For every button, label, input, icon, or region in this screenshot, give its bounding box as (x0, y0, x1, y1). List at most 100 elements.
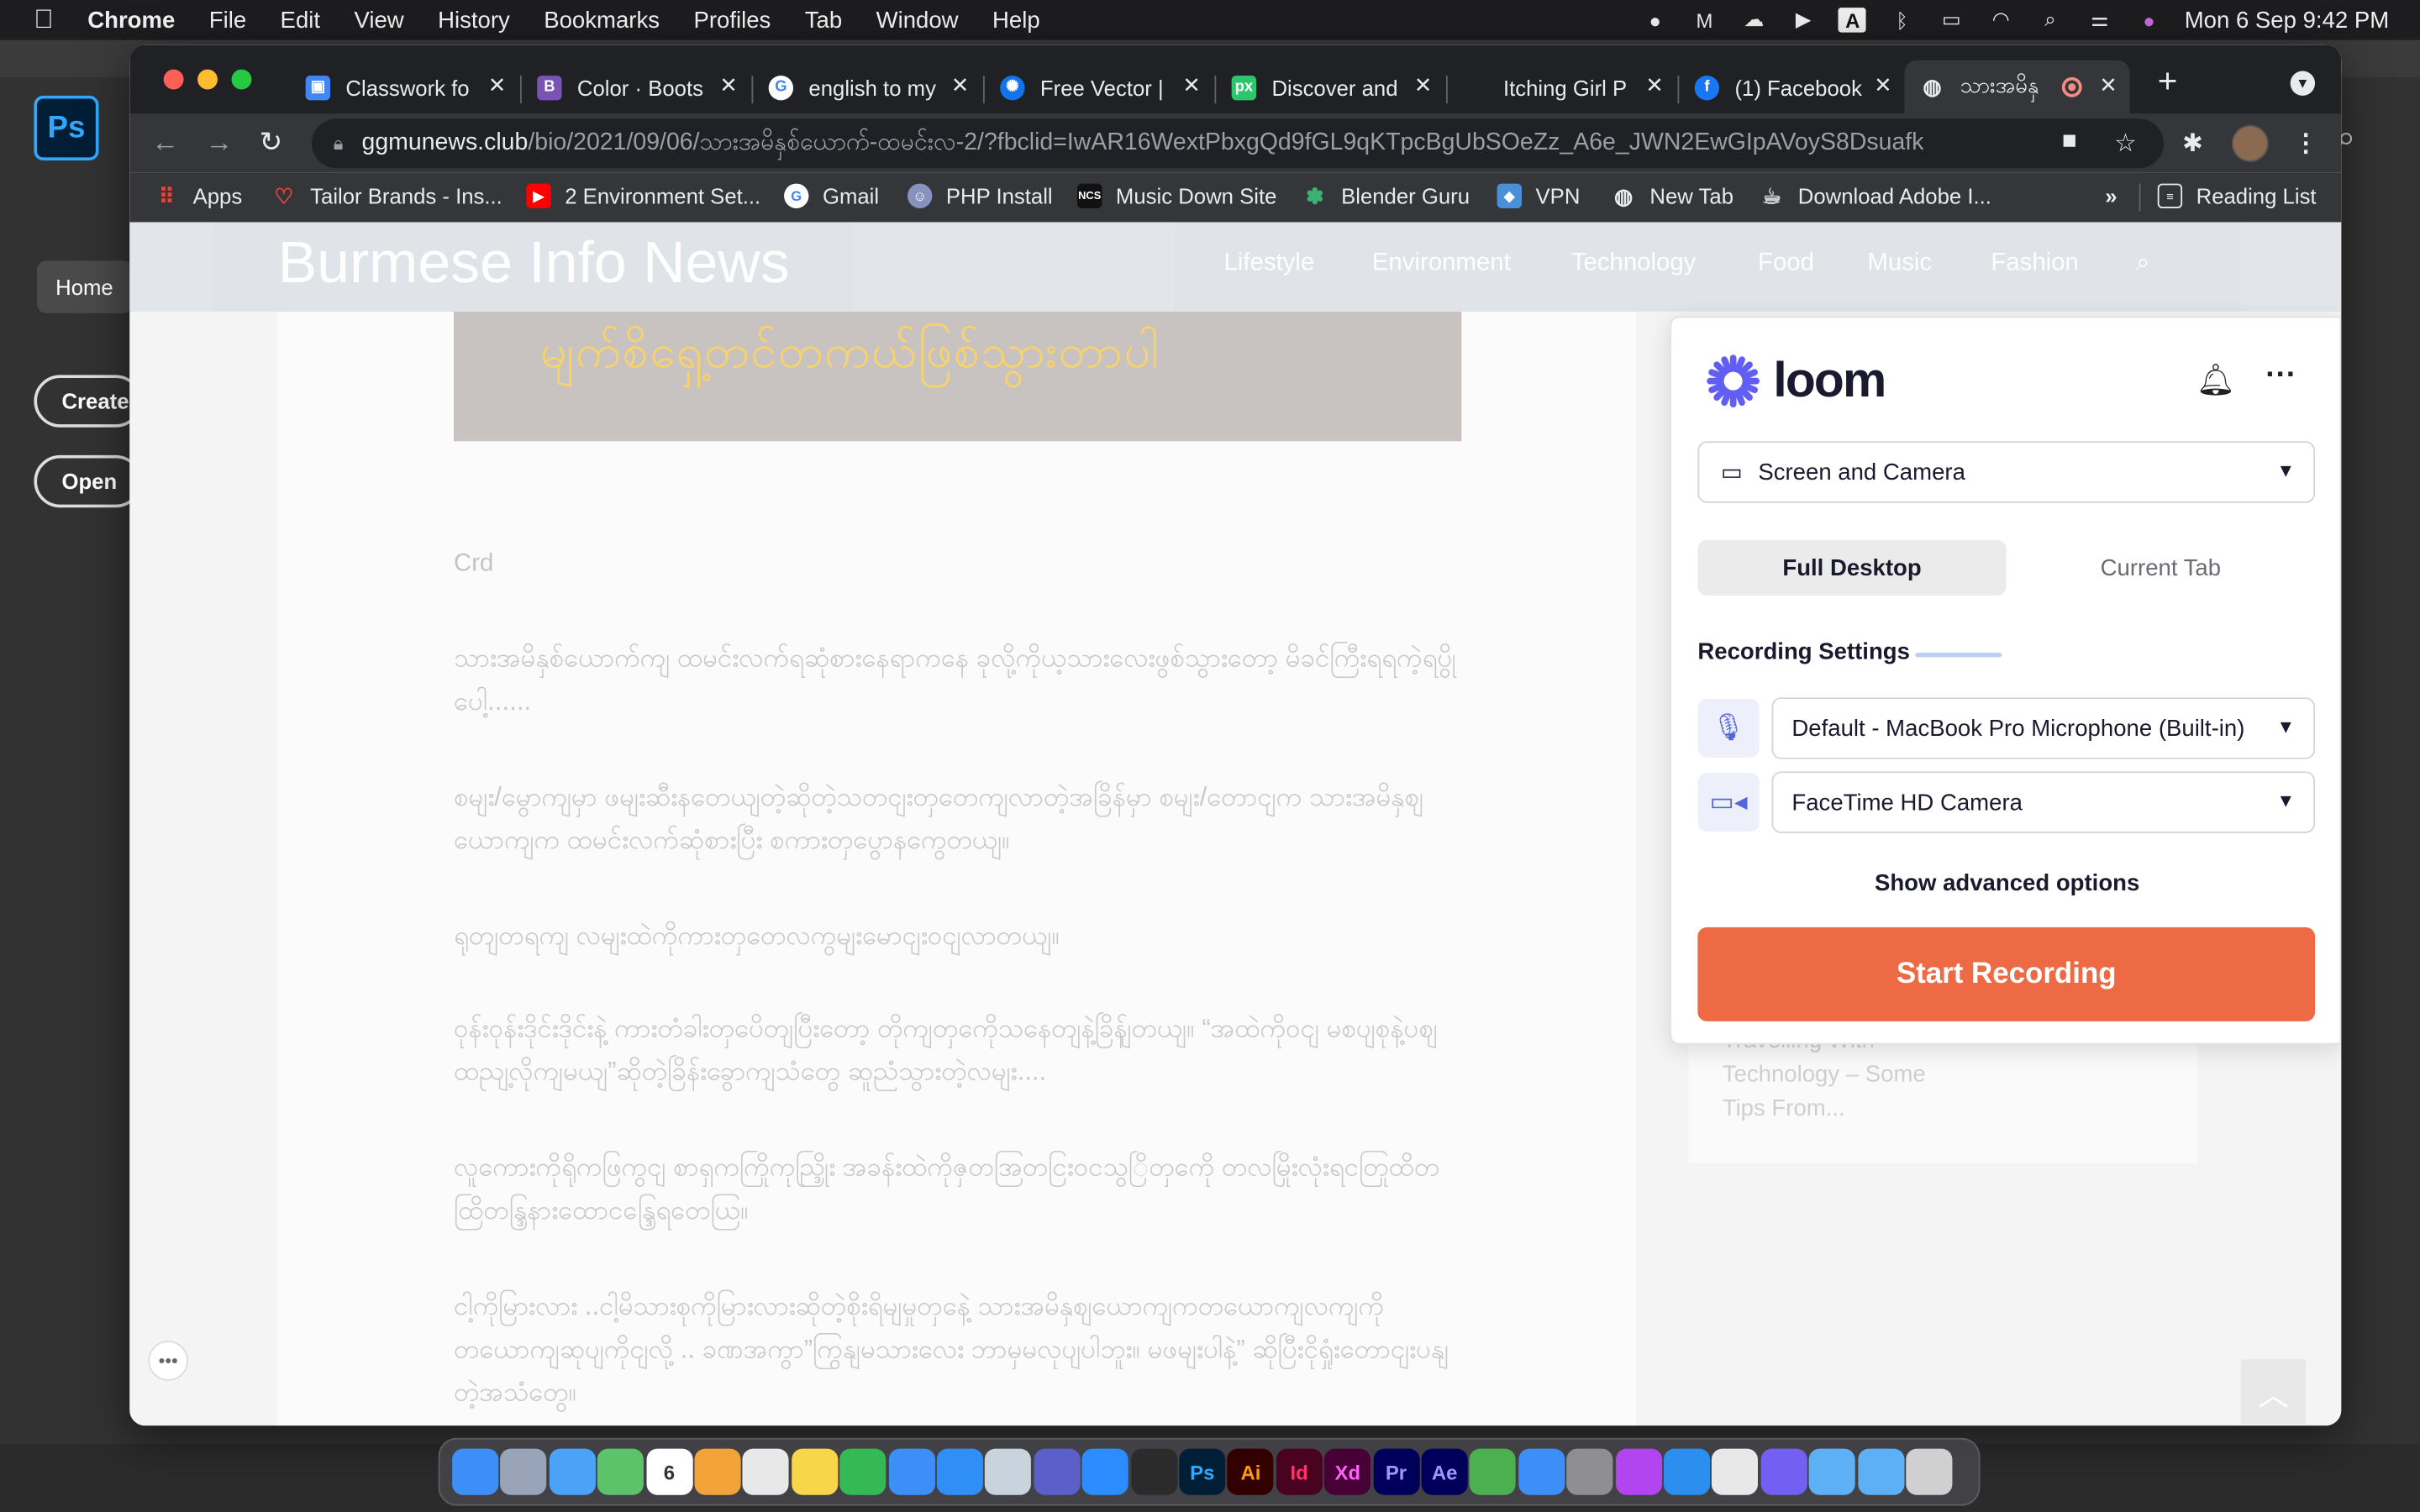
photoshop-open-button[interactable]: Open (34, 454, 142, 508)
calendar-icon[interactable]: 6 (645, 1448, 692, 1495)
reload-icon[interactable]: ↻ (260, 127, 283, 160)
after-effects-icon[interactable]: Ae (1421, 1448, 1468, 1495)
menu-bookmarks[interactable]: Bookmarks (544, 7, 660, 33)
bookmark-apps[interactable]: ⠿ Apps (155, 183, 242, 208)
phpstorm-icon[interactable] (1615, 1448, 1662, 1495)
nav-food[interactable]: Food (1758, 250, 1814, 278)
new-tab-button[interactable]: + (2158, 61, 2178, 102)
close-tab-icon[interactable]: ✕ (951, 72, 970, 98)
scroll-to-top-icon[interactable]: ︿ (2240, 1359, 2307, 1425)
premiere-icon[interactable]: Pr (1372, 1448, 1420, 1495)
video-camera-icon[interactable]: ▭◂ (1697, 773, 1760, 832)
tab-bootstrap-color[interactable]: B Color · Boots ✕ (522, 60, 750, 114)
capture-mode-select[interactable]: ▭ Screen and Camera ▼ (1697, 441, 2316, 503)
bookmark-music-down-site[interactable]: NCS Music Down Site (1077, 183, 1276, 208)
play-status-icon[interactable]: ▶ (1790, 8, 1818, 32)
current-tab-option[interactable]: Current Tab (2007, 540, 2315, 596)
site-search-icon[interactable]: ⌕ (2136, 250, 2149, 278)
teams-icon[interactable] (1034, 1448, 1081, 1495)
tab-itching-girl[interactable]: Itching Girl P ✕ (1448, 60, 1676, 114)
microphone-icon[interactable]: 🎙︎ (1697, 699, 1760, 758)
xd-icon[interactable]: Xd (1324, 1448, 1371, 1495)
messenger-status-icon[interactable]: ● (1641, 8, 1669, 32)
tab-active-article[interactable]: ◍ သားအမိနှ ✕ (1904, 60, 2130, 114)
folder-icon[interactable] (1857, 1448, 1904, 1495)
bookmark-download-adobe[interactable]: ☕︎ Download Adobe I... (1760, 183, 1991, 208)
close-window-button[interactable] (163, 69, 184, 90)
bookmark-tailor-brands[interactable]: ♡ Tailor Brands - Ins... (271, 183, 502, 208)
finder-icon[interactable] (452, 1448, 499, 1495)
forward-icon[interactable]: → (205, 127, 233, 160)
bookmark-gmail[interactable]: G Gmail (784, 183, 879, 208)
close-tab-icon[interactable]: ✕ (719, 72, 738, 98)
bookmarks-overflow-button[interactable]: » (2105, 184, 2117, 208)
nav-fashion[interactable]: Fashion (1991, 250, 2079, 278)
photoshop-create-button[interactable]: Create (34, 375, 142, 428)
launchpad-icon[interactable] (500, 1448, 547, 1495)
tab-free-vector[interactable]: ✺ Free Vector | ✕ (985, 60, 1213, 114)
viber-icon[interactable] (1760, 1448, 1807, 1495)
menu-window[interactable]: Window (876, 7, 959, 33)
malwarebytes-status-icon[interactable]: M (1691, 8, 1718, 32)
textedit-icon[interactable] (743, 1448, 790, 1495)
input-source-icon[interactable]: A (1839, 8, 1867, 33)
siri-icon[interactable]: ● (2135, 8, 2163, 32)
cloud-status-icon[interactable]: ☁ (1740, 8, 1768, 32)
nav-lifestyle[interactable]: Lifestyle (1224, 250, 1315, 278)
vscode-icon[interactable] (1663, 1448, 1711, 1495)
pages-icon[interactable] (694, 1448, 741, 1495)
maps-icon[interactable] (597, 1448, 644, 1495)
zoom-icon[interactable] (1081, 1448, 1128, 1495)
notes-icon[interactable] (791, 1448, 838, 1495)
site-title[interactable]: Burmese Info News (278, 232, 790, 298)
lock-icon[interactable]: 🔒︎ (334, 132, 344, 155)
menu-edit[interactable]: Edit (281, 7, 320, 33)
chrome-menu-icon[interactable]: ⋮ (2293, 128, 2317, 159)
bluetooth-icon[interactable]: ᛒ (1888, 8, 1916, 32)
numbers-icon[interactable] (839, 1448, 886, 1495)
keynote-icon[interactable] (888, 1448, 935, 1495)
close-tab-icon[interactable]: ✕ (1414, 72, 1433, 98)
close-tab-icon[interactable]: ✕ (1874, 72, 1892, 98)
tab-search-chevron-icon[interactable]: ▼ (2290, 71, 2316, 96)
reading-list-button[interactable]: ≡ Reading List (2157, 183, 2317, 208)
tab-google-translate[interactable]: G english to my ✕ (753, 60, 981, 114)
start-recording-button[interactable]: Start Recording (1697, 927, 2316, 1021)
close-tab-icon[interactable]: ✕ (2099, 72, 2118, 98)
indesign-icon[interactable]: Id (1276, 1448, 1323, 1495)
downloads-folder-icon[interactable] (1808, 1448, 1856, 1495)
camera-in-use-icon[interactable]: ■ (2062, 128, 2077, 155)
tableplus-icon[interactable] (1712, 1448, 1759, 1495)
menu-help[interactable]: Help (992, 7, 1040, 33)
nav-music[interactable]: Music (1867, 250, 1932, 278)
bookmark-vpn[interactable]: ◆ VPN (1497, 183, 1580, 208)
more-options-icon[interactable]: ••• (148, 1341, 189, 1381)
zoom-window-button[interactable] (231, 69, 252, 90)
camera-select[interactable]: FaceTime HD Camera ▼ (1771, 771, 2316, 833)
tab-pixabay[interactable]: px Discover and ✕ (1216, 60, 1444, 114)
bookmark-blender-guru[interactable]: ✽ Blender Guru (1302, 183, 1470, 208)
full-desktop-option[interactable]: Full Desktop (1697, 539, 2007, 596)
nav-environment[interactable]: Environment (1372, 250, 1511, 278)
bookmark-new-tab[interactable]: ◍ New Tab (1612, 183, 1733, 208)
photoshop-home-button[interactable]: Home (37, 260, 133, 313)
control-center-icon[interactable]: ⚌ (2086, 8, 2113, 32)
spotlight-icon[interactable]: ⌕ (2036, 8, 2064, 32)
microphone-select[interactable]: Default - MacBook Pro Microphone (Built-… (1771, 697, 2316, 759)
menu-view[interactable]: View (354, 7, 403, 33)
blender-icon[interactable] (1130, 1448, 1177, 1495)
app-store-icon[interactable] (936, 1448, 983, 1495)
tab-facebook[interactable]: f (1) Facebook ✕ (1679, 60, 1904, 114)
extensions-icon[interactable]: ✱ (2182, 128, 2203, 159)
photoshop-icon[interactable]: Ps (1179, 1448, 1226, 1495)
system-preferences-icon[interactable] (1566, 1448, 1613, 1495)
menu-history[interactable]: History (438, 7, 510, 33)
show-advanced-options-link[interactable]: Show advanced options (1671, 870, 2341, 896)
menu-tab[interactable]: Tab (805, 7, 842, 33)
chrome-icon[interactable] (1470, 1448, 1517, 1495)
clock[interactable]: Mon 6 Sep 9:42 PM (2185, 7, 2390, 33)
preview-icon[interactable] (985, 1448, 1032, 1495)
illustrator-icon[interactable]: Ai (1227, 1448, 1274, 1495)
app-menu[interactable]: Chrome (87, 7, 175, 33)
battery-icon[interactable]: ▭ (1938, 8, 1965, 32)
